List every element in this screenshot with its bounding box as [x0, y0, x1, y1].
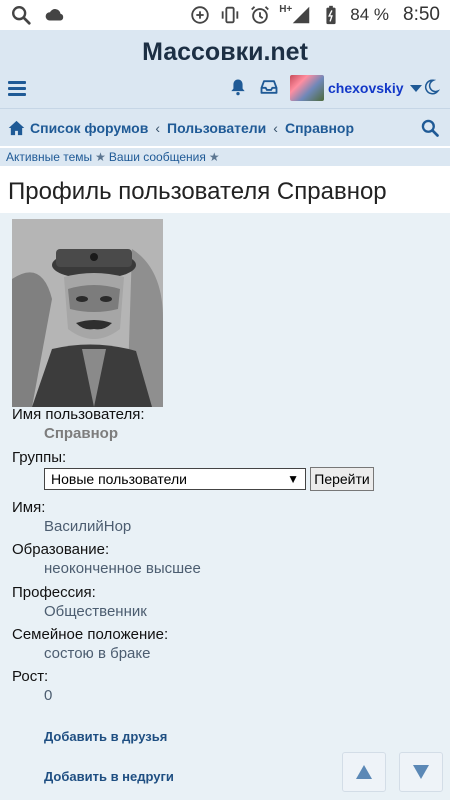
username-label: chexovskiy [328, 80, 404, 96]
battery-percent: 84 % [350, 5, 390, 24]
education-field-value: неоконченное высшее [44, 560, 201, 577]
star-icon: ★ [208, 150, 220, 164]
add-friend-link[interactable]: Добавить в друзья [44, 729, 167, 744]
scroll-down-button[interactable] [399, 752, 443, 792]
marital-status-field-value: состою в браке [44, 645, 151, 662]
arrow-up-icon [356, 765, 372, 779]
search-icon[interactable] [420, 118, 440, 138]
height-field-value: 0 [44, 687, 53, 704]
vibrate-icon [221, 6, 239, 24]
marital-status-field-label: Семейное положение: [12, 626, 169, 643]
active-topics-link[interactable]: Активные темы [6, 150, 92, 164]
breadcrumb-forum-list[interactable]: Список форумов [30, 120, 148, 136]
breadcrumb-users[interactable]: Пользователи [167, 120, 266, 136]
menu-icon[interactable] [8, 78, 26, 98]
name-field-value: ВасилийНор [44, 518, 132, 535]
name-field-label: Имя: [12, 499, 46, 516]
breadcrumb-separator: ‹ [273, 119, 278, 136]
page-title: Профиль пользователя Справнор [8, 178, 387, 205]
star-icon: ★ [95, 150, 106, 164]
moon-icon[interactable] [422, 76, 440, 98]
battery-icon [326, 5, 336, 25]
groups-field-label: Группы: [12, 449, 67, 466]
breadcrumb-current-user[interactable]: Справнор [285, 120, 354, 136]
site-title[interactable]: Массовки.net [0, 38, 450, 67]
network-type: H+ [279, 3, 293, 15]
quick-links: Активные темы ★ Ваши сообщения ★ [0, 146, 450, 166]
groups-select-value: Новые пользователи [51, 471, 187, 487]
groups-select[interactable]: Новые пользователи ▼ [44, 468, 306, 490]
add-foe-link[interactable]: Добавить в недруги [44, 769, 174, 784]
profession-field-value: Общественник [44, 603, 147, 620]
signal-icon [293, 6, 310, 24]
profile-panel: Имя пользователя: Справнор Группы: Новые… [0, 213, 450, 800]
scroll-up-button[interactable] [342, 752, 386, 792]
username-field-value: Справнор [44, 425, 119, 442]
avatar [290, 75, 324, 101]
breadcrumb: Список форумов ‹ Пользователи ‹ Справнор [0, 108, 450, 146]
search-icon [12, 6, 31, 25]
chevron-down-icon [409, 84, 422, 92]
header-toolbar: chexovskiy [0, 74, 450, 104]
inbox-icon[interactable] [259, 76, 279, 98]
go-button[interactable]: Перейти [310, 467, 374, 491]
clock: 8:50 [403, 4, 440, 25]
height-field-label: Рост: [12, 668, 49, 685]
status-bar: H+ 84 % 8:50 [0, 0, 450, 30]
home-icon[interactable] [8, 120, 25, 136]
education-field-label: Образование: [12, 541, 110, 558]
profession-field-label: Профессия: [12, 584, 96, 601]
data-saver-icon [191, 6, 209, 24]
breadcrumb-separator: ‹ [155, 119, 160, 136]
bell-icon[interactable] [228, 76, 248, 98]
alarm-icon [251, 6, 270, 24]
cloud-icon [45, 9, 64, 21]
username-field-label: Имя пользователя: [12, 406, 145, 423]
profile-photo [12, 219, 163, 407]
arrow-down-icon [413, 765, 429, 779]
your-messages-link[interactable]: Ваши сообщения [109, 150, 206, 164]
site-header: Массовки.net chexovskiy [0, 30, 450, 108]
user-menu[interactable]: chexovskiy [290, 74, 422, 102]
chevron-down-icon: ▼ [287, 472, 299, 486]
